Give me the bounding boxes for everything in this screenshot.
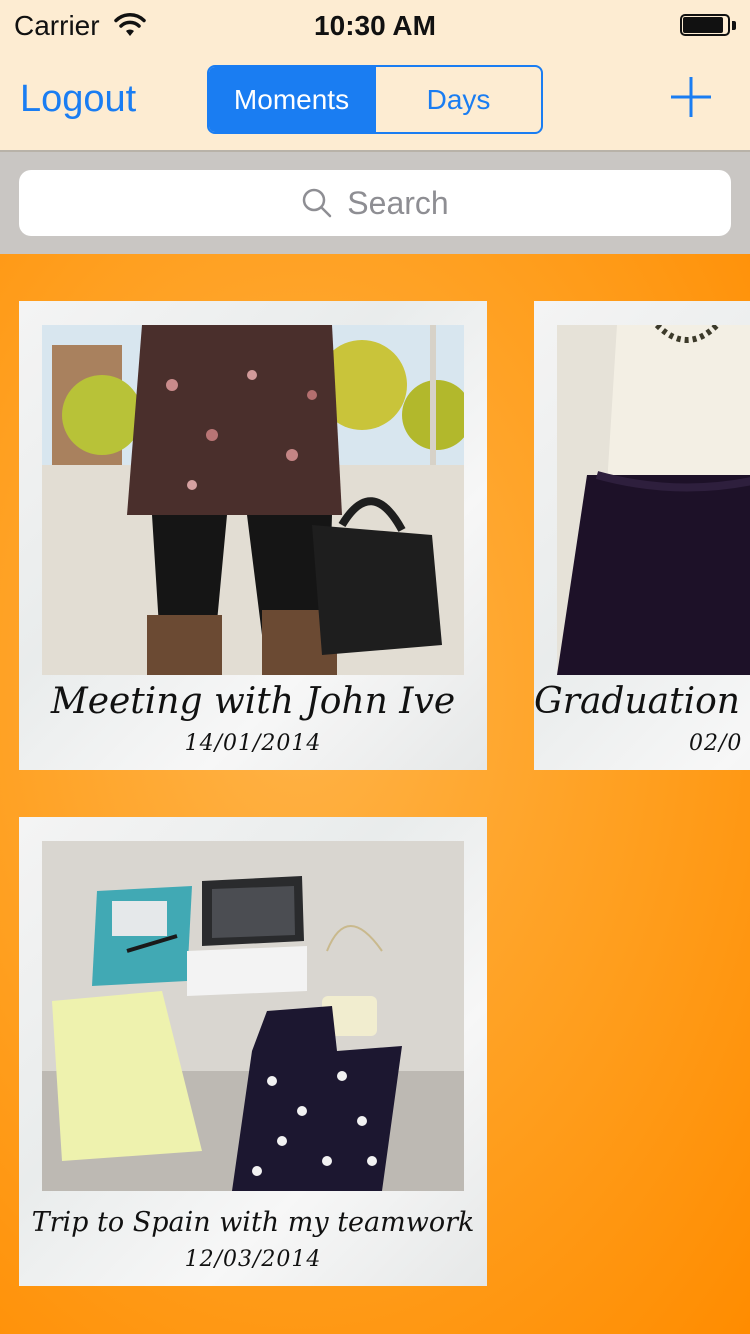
segment-days[interactable]: Days <box>374 67 541 132</box>
logout-button[interactable]: Logout <box>20 78 136 121</box>
moment-date: 12/03/2014 <box>184 1247 322 1272</box>
search-bar: Search <box>0 152 750 254</box>
search-icon <box>303 188 332 218</box>
moment-photo <box>42 841 464 1191</box>
moment-date: 14/01/2014 <box>184 731 322 756</box>
moments-grid: Meeting with John Ive 14/01/2014 Graduat… <box>0 254 750 1334</box>
plus-icon[interactable] <box>668 74 714 120</box>
moment-photo <box>557 325 750 675</box>
moment-photo <box>42 325 464 675</box>
search-input[interactable]: Search <box>19 170 731 236</box>
moment-date: 02/0 <box>689 731 743 756</box>
clock: 10:30 AM <box>314 10 436 41</box>
segment-moments[interactable]: Moments <box>209 67 374 132</box>
moment-card[interactable]: Meeting with John Ive 14/01/2014 <box>19 301 487 770</box>
search-placeholder: Search <box>347 184 449 221</box>
status-bar: Carrier 10:30 AM <box>0 0 750 52</box>
navigation-bar: Carrier 10:30 AM Logout Moments Days <box>0 0 750 152</box>
moment-title: Graduation <box>534 681 740 722</box>
moment-title: Trip to Spain with my teamwork <box>31 1207 475 1238</box>
moment-card[interactable]: Graduation 02/0 <box>534 301 750 770</box>
moment-title: Meeting with John Ive <box>50 681 456 722</box>
view-segmented-control: Moments Days <box>207 65 543 134</box>
moment-card[interactable]: Trip to Spain with my teamwork 12/03/201… <box>19 817 487 1286</box>
battery-icon <box>680 14 736 38</box>
